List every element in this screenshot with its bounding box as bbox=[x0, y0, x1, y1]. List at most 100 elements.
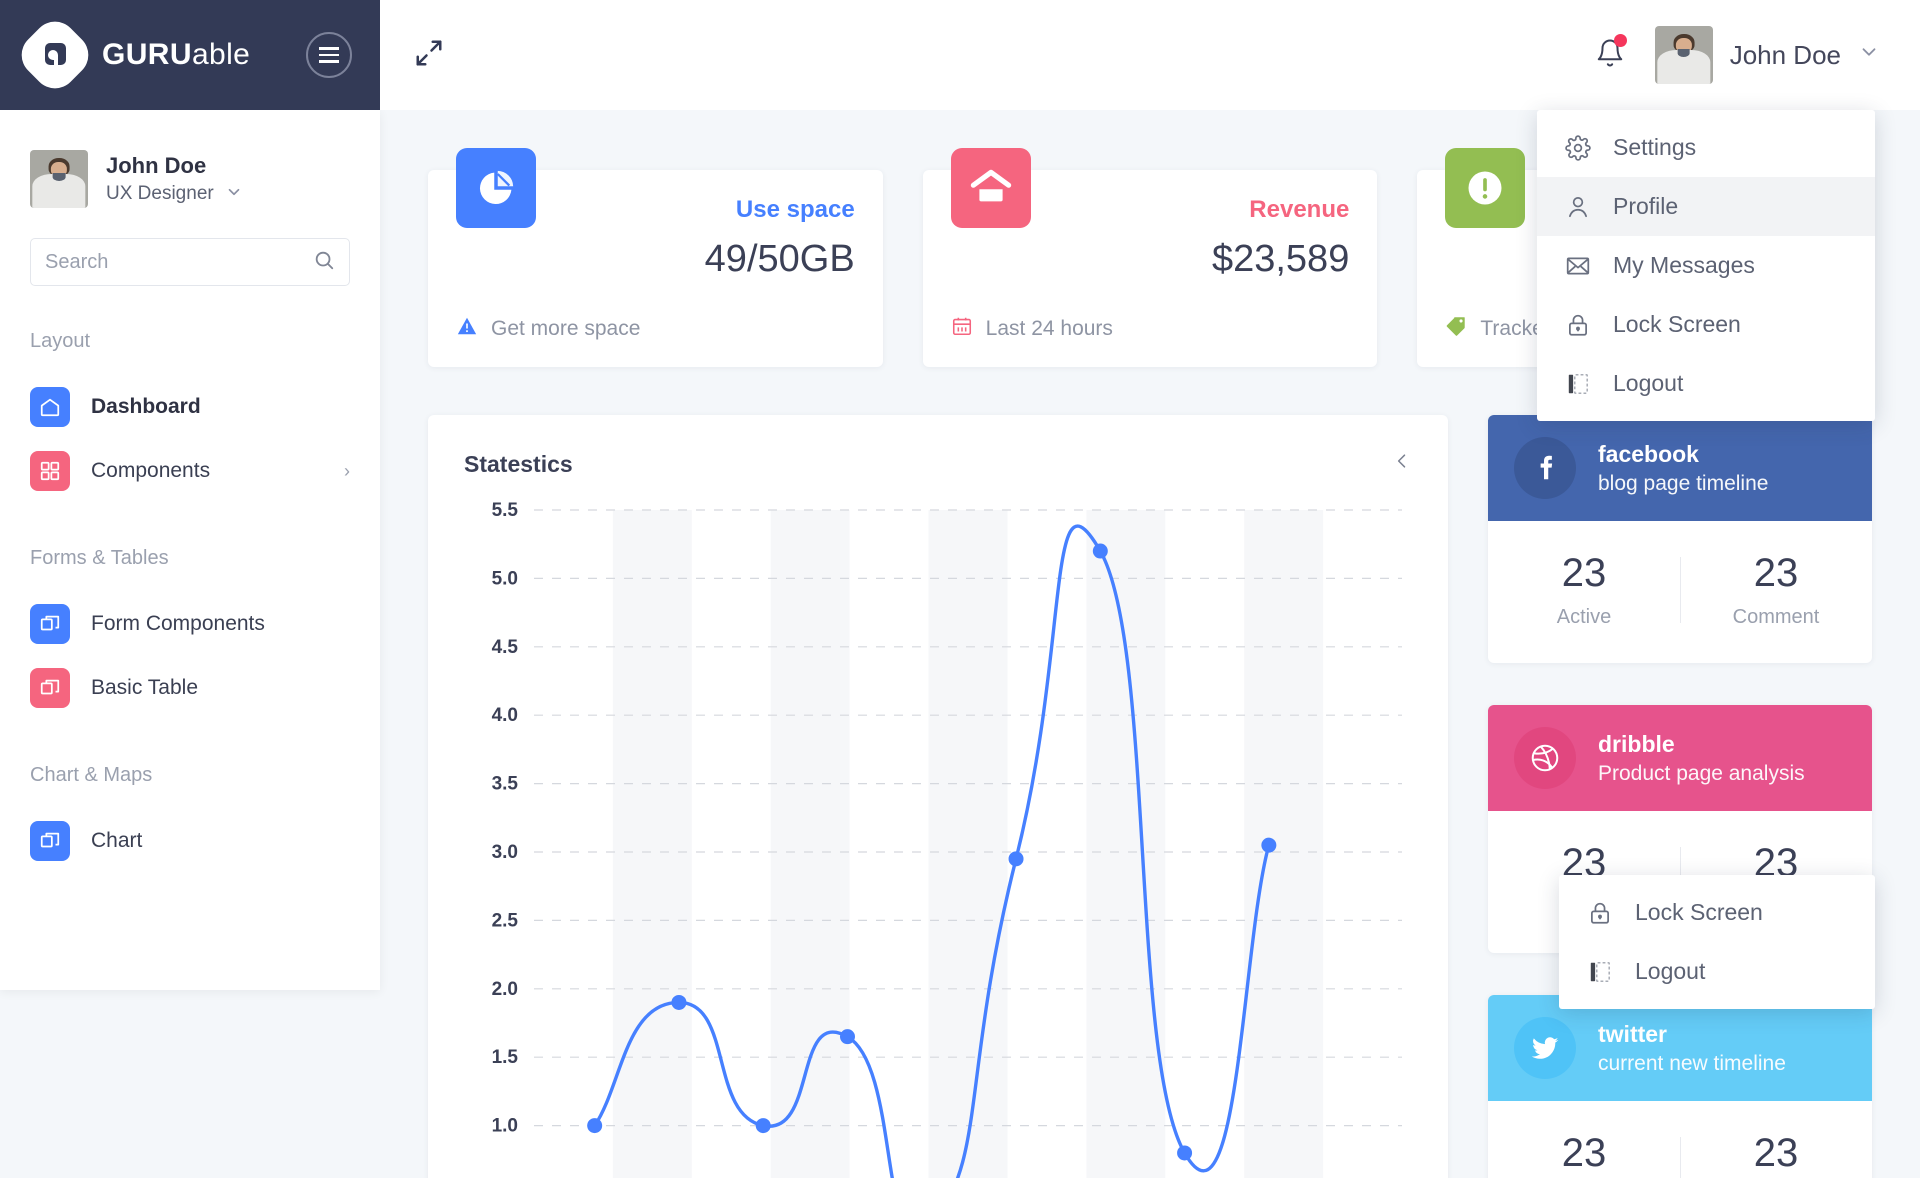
menu-item-settings[interactable]: Settings bbox=[1537, 118, 1875, 177]
line-chart-svg: 5.55.04.54.03.53.02.52.01.51.00.5 bbox=[492, 502, 1402, 1178]
secondary-dropdown-menu[interactable]: Lock Screen Logout bbox=[1559, 875, 1875, 1009]
social-card-subtitle: Product page analysis bbox=[1598, 761, 1805, 785]
sidebar-item-dashboard[interactable]: Dashboard bbox=[30, 375, 350, 439]
sidebar-profile[interactable]: John Doe UX Designer bbox=[30, 110, 350, 238]
menu-item-label: Lock Screen bbox=[1635, 899, 1763, 925]
brand-title: GURUable bbox=[102, 38, 250, 72]
windows-icon bbox=[30, 668, 70, 708]
menu-item-lock-screen[interactable]: Lock Screen bbox=[1559, 883, 1875, 942]
stat-card: Revenue $23,589 Last 24 hours bbox=[922, 148, 1378, 367]
svg-text:3.5: 3.5 bbox=[492, 774, 519, 795]
svg-text:4.0: 4.0 bbox=[492, 705, 518, 726]
hamburger-menu-icon[interactable] bbox=[306, 32, 352, 78]
social-stat-label: Comment bbox=[1732, 606, 1820, 628]
user-dropdown-menu[interactable]: Settings Profile My Messages Lock Screen Log… bbox=[1537, 110, 1875, 421]
facebook-icon bbox=[1514, 437, 1576, 499]
menu-item-my-messages[interactable]: My Messages bbox=[1537, 236, 1875, 295]
stat-card-footer: Last 24 hours bbox=[951, 315, 1350, 343]
windows-icon bbox=[30, 604, 70, 644]
menu-item-logout[interactable]: Logout bbox=[1537, 354, 1875, 413]
sidebar-item-chart[interactable]: Chart bbox=[30, 809, 350, 873]
menu-item-label: My Messages bbox=[1613, 252, 1755, 278]
tag-icon bbox=[1445, 315, 1467, 343]
sidebar-item-label: Basic Table bbox=[91, 676, 199, 699]
stat-card-value: $23,589 bbox=[1211, 238, 1350, 280]
menu-item-label: Logout bbox=[1635, 958, 1706, 984]
statistics-card: Statestics 5.5 5.0 4.5 4.0 3.5 3.0 2.5 2.0 1.5 1.… bbox=[428, 415, 1448, 1178]
menu-item-profile[interactable]: Profile bbox=[1537, 177, 1875, 236]
social-card-subtitle: current new timeline bbox=[1598, 1051, 1786, 1075]
social-card-header: twitter current new timeline bbox=[1488, 995, 1872, 1101]
menu-item-label: Settings bbox=[1613, 134, 1697, 160]
menu-item-logout[interactable]: Logout bbox=[1559, 942, 1875, 1001]
menu-item-lock-screen[interactable]: Lock Screen bbox=[1537, 295, 1875, 354]
chevron-right-icon[interactable]: › bbox=[344, 461, 350, 482]
windows-icon bbox=[30, 821, 70, 861]
social-stat: 23Follower bbox=[1680, 1131, 1872, 1178]
twitter-icon bbox=[1514, 1017, 1576, 1079]
sidebar-item-basic-table[interactable]: Basic Table bbox=[30, 656, 350, 720]
calendar-icon bbox=[951, 315, 973, 343]
social-card-stats: 23 Active 23 Comment bbox=[1488, 521, 1872, 663]
grid-icon bbox=[30, 451, 70, 491]
home-icon bbox=[30, 387, 70, 427]
chevron-down-icon[interactable] bbox=[225, 183, 243, 205]
sidebar-profile-role: UX Designer bbox=[106, 183, 243, 205]
social-card-column: facebook blog page timeline 23 Active 23 Comm… bbox=[1488, 415, 1872, 1178]
social-card-name: facebook bbox=[1598, 440, 1699, 467]
user-icon bbox=[1565, 194, 1591, 220]
statistics-chart[interactable]: 5.55.04.54.03.53.02.52.01.51.00.5 bbox=[464, 502, 1412, 1178]
search-box[interactable] bbox=[30, 238, 350, 286]
svg-text:1.0: 1.0 bbox=[492, 1116, 518, 1137]
lock-icon bbox=[1565, 312, 1591, 338]
home-outline-icon bbox=[950, 148, 1031, 228]
sidebar-item-form-components[interactable]: Form Components bbox=[30, 592, 350, 656]
svg-text:5.0: 5.0 bbox=[492, 568, 518, 589]
nav-section-caption: Chart & Maps bbox=[30, 764, 153, 786]
social-card-twitter[interactable]: twitter current new timeline 23Tweets23Fol… bbox=[1488, 995, 1872, 1178]
expand-arrows-icon[interactable] bbox=[414, 38, 444, 73]
social-stat: 23 Active bbox=[1488, 551, 1680, 629]
stat-card-footer-label: Get more space bbox=[491, 317, 641, 340]
chevron-down-icon[interactable] bbox=[1858, 41, 1880, 69]
search-icon[interactable] bbox=[313, 249, 335, 276]
social-card-name: twitter bbox=[1598, 1020, 1667, 1047]
sidebar-item-label: Chart bbox=[91, 829, 143, 852]
page-title: Statestics bbox=[464, 451, 573, 477]
user-menu-button[interactable]: John Doe bbox=[1654, 26, 1880, 84]
social-stat: 23Tweets bbox=[1488, 1131, 1680, 1178]
social-card-header: dribble Product page analysis bbox=[1488, 705, 1872, 811]
menu-item-label: Lock Screen bbox=[1613, 311, 1741, 337]
svg-text:1.5: 1.5 bbox=[492, 1047, 519, 1068]
social-card-subtitle: blog page timeline bbox=[1598, 471, 1769, 495]
social-stat-value: 23 bbox=[1753, 1131, 1799, 1175]
sidebar-item-label: Components bbox=[91, 459, 211, 482]
notification-bell-icon[interactable] bbox=[1595, 33, 1627, 73]
svg-text:4.5: 4.5 bbox=[492, 637, 519, 658]
sidebar-item-label: Form Components bbox=[91, 612, 265, 635]
search-input[interactable] bbox=[45, 250, 313, 274]
envelope-icon bbox=[1565, 253, 1591, 279]
social-card-facebook[interactable]: facebook blog page timeline 23 Active 23 Comm… bbox=[1488, 415, 1872, 663]
social-stat-value: 23 bbox=[1561, 1131, 1607, 1175]
stat-card-footer-label: Last 24 hours bbox=[985, 317, 1113, 340]
lock-icon bbox=[1587, 900, 1613, 926]
chevron-left-icon[interactable] bbox=[1392, 449, 1412, 480]
sidebar-item-components[interactable]: Components › bbox=[30, 439, 350, 503]
social-card-header: facebook blog page timeline bbox=[1488, 415, 1872, 521]
warning-triangle-icon bbox=[456, 315, 478, 343]
menu-item-label: Profile bbox=[1613, 193, 1679, 219]
social-stat-value: 23 bbox=[1753, 551, 1799, 595]
logout-icon bbox=[1565, 371, 1591, 397]
social-card-titles: twitter current new timeline bbox=[1598, 1021, 1786, 1076]
sidebar-profile-name: John Doe bbox=[106, 153, 207, 178]
nav-section-caption: Layout bbox=[30, 330, 91, 352]
guru-logo-icon bbox=[12, 12, 98, 98]
social-card-name: dribble bbox=[1598, 730, 1675, 757]
nav-section-caption: Forms & Tables bbox=[30, 547, 169, 569]
pie-chart-icon bbox=[456, 148, 536, 228]
brand-light: able bbox=[191, 38, 251, 71]
social-stat-label: Active bbox=[1556, 606, 1612, 628]
svg-text:5.5: 5.5 bbox=[492, 502, 519, 521]
avatar bbox=[1654, 26, 1713, 84]
